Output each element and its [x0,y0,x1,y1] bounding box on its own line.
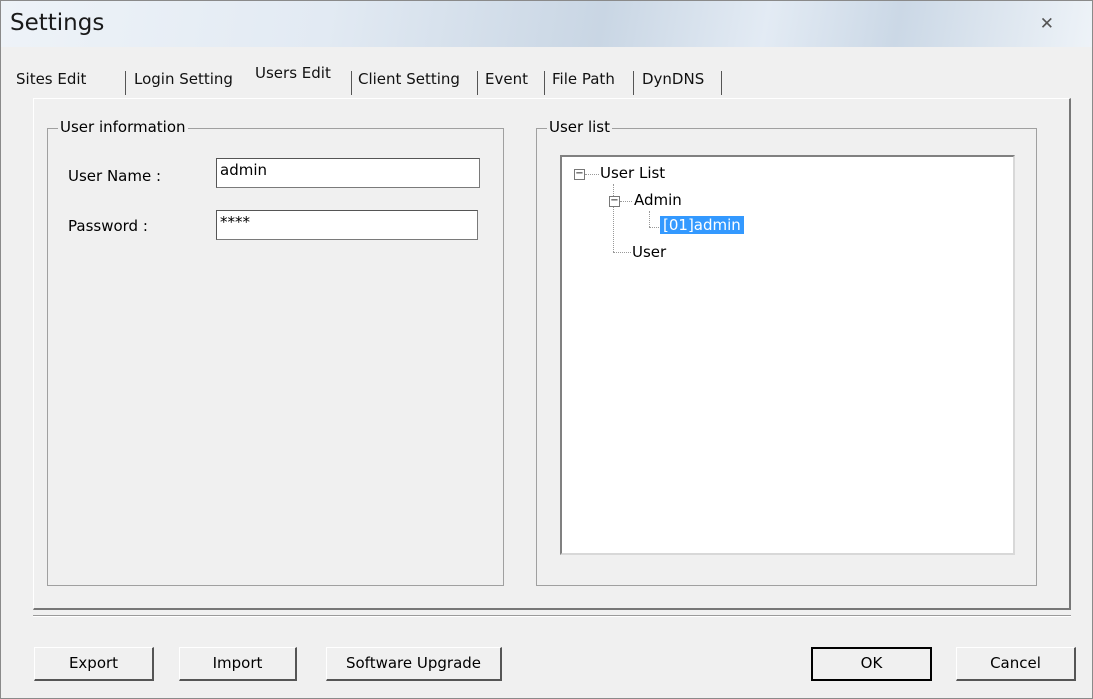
user-tree[interactable]: − User List − Admin [01]admin User [560,155,1015,555]
import-button[interactable]: Import [179,647,297,681]
tab-separator [125,71,126,95]
tab-client-setting[interactable]: Client Setting [358,70,460,94]
tree-root[interactable]: User List [600,164,665,182]
group-title: User list [547,118,612,136]
username-field[interactable]: admin [216,158,480,188]
tab-dyndns[interactable]: DynDNS [642,70,704,94]
tab-file-path[interactable]: File Path [552,70,615,94]
window-title: Settings [10,10,105,36]
software-upgrade-button[interactable]: Software Upgrade [326,647,502,681]
cancel-button[interactable]: Cancel [956,647,1076,681]
title-bar: Settings ✕ [1,1,1092,47]
close-icon[interactable]: ✕ [1040,14,1054,34]
tree-node-admin[interactable]: Admin [634,191,682,209]
group-title: User information [58,118,188,136]
divider [33,615,1071,617]
tab-separator [544,71,545,95]
username-label: User Name : [68,167,162,185]
tab-separator [477,71,478,95]
collapse-icon[interactable]: − [574,169,585,180]
ok-button[interactable]: OK [811,647,932,681]
tab-users-edit[interactable]: Users Edit [251,64,335,88]
user-information-group: User information [47,118,504,586]
password-label: Password : [68,217,148,235]
tab-separator [633,71,634,95]
tree-connector [649,211,650,227]
tree-node-admin-user[interactable]: [01]admin [660,216,744,234]
tab-separator [721,71,722,95]
settings-window: Settings ✕ Sites Edit Login Setting User… [0,0,1093,699]
tab-separator [351,71,352,95]
tree-connector [613,252,631,253]
password-field[interactable]: **** [216,210,478,240]
tree-node-user[interactable]: User [632,243,666,261]
tab-event[interactable]: Event [485,70,528,94]
export-button[interactable]: Export [34,647,154,681]
tree-connector [620,201,632,202]
collapse-icon[interactable]: − [609,196,620,207]
tab-login-setting[interactable]: Login Setting [134,70,233,94]
tree-connector [585,174,599,175]
tab-sites-edit[interactable]: Sites Edit [16,70,86,94]
